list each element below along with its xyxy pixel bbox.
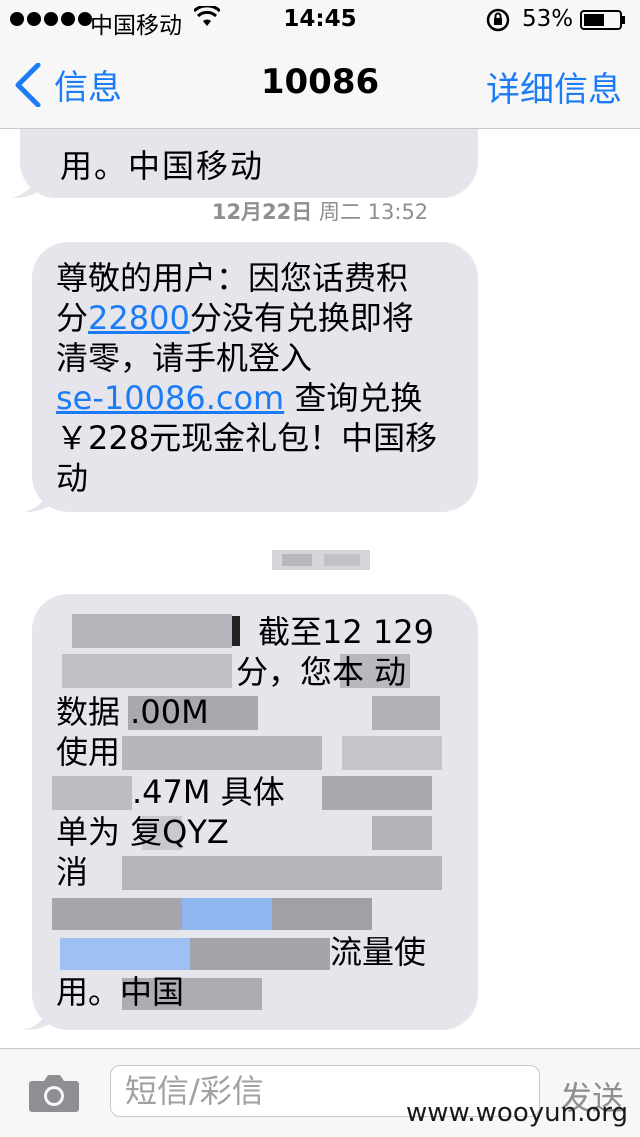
bubble-tail — [12, 164, 40, 198]
message-bubble-phishing[interactable]: 尊敬的用户：因您话费积 分22800分没有兑换即将 清零，请手机登入 se-10… — [24, 242, 478, 512]
pixelated-block — [322, 776, 432, 810]
status-bar: 中国移动 14:45 53% — [0, 0, 640, 40]
pixelated-block — [372, 696, 440, 730]
pixelated-block — [52, 776, 132, 810]
pixelated-block — [122, 736, 322, 770]
website-link[interactable]: se-10086.com — [56, 379, 284, 417]
camera-icon[interactable] — [28, 1073, 80, 1113]
pixelated-link — [182, 898, 272, 930]
bubble-tail — [24, 996, 52, 1030]
pixelated-timestamp — [272, 548, 370, 572]
watermark-text: www.wooyun.org — [405, 1098, 628, 1128]
timestamp-time: 周二 13:52 — [318, 200, 429, 224]
details-button[interactable]: 详细信息 — [486, 62, 622, 111]
pixelated-block — [190, 938, 330, 970]
message-fragment: 单为 复QYZ — [56, 813, 229, 851]
message-fragment: 流量使 — [330, 933, 427, 971]
message-fragment: 用。中国 — [56, 973, 185, 1011]
message-fragment: 数据 .00M — [56, 693, 209, 731]
message-line: 查询兑换 — [284, 379, 423, 417]
message-fragment: 消 — [56, 853, 89, 891]
pixelated-block — [72, 614, 232, 648]
pixelated-block — [272, 898, 372, 930]
message-fragment: 使用 — [56, 733, 121, 771]
battery-percentage: 53% — [522, 6, 574, 32]
timestamp-date: 12月22日 — [211, 200, 313, 224]
points-link[interactable]: 22800 — [88, 299, 190, 337]
message-text: 用。中国移动 — [60, 147, 265, 185]
pixelated-block — [372, 816, 432, 850]
message-timestamp: 12月22日 周二 13:52 — [0, 196, 640, 226]
message-line: 清零，请手机登入 — [56, 339, 313, 377]
message-line: 尊敬的用户：因您话费积 — [56, 259, 409, 297]
pixelated-block — [122, 856, 442, 890]
pixelated-block — [62, 654, 232, 688]
battery-icon — [580, 10, 625, 30]
message-fragment: 截至12 129 — [258, 613, 434, 651]
message-line: 分没有兑换即将 — [189, 299, 414, 337]
pixelated-block — [232, 616, 240, 646]
message-line: 分 — [56, 299, 89, 337]
message-fragment: .47M 具体 — [132, 773, 285, 811]
message-list[interactable]: 用。中国移动 12月22日 周二 13:52 尊敬的用户：因您话费积 分2280… — [0, 40, 640, 1048]
bubble-tail — [24, 478, 52, 512]
message-fragment: 分，您本 动 — [236, 653, 407, 691]
pixelated-block — [342, 736, 442, 770]
pixelated-block — [52, 898, 182, 930]
message-line: ￥228元现金礼包！中国移 — [56, 419, 438, 457]
message-line: 动 — [56, 459, 89, 497]
navigation-bar: 信息 10086 详细信息 — [0, 40, 640, 129]
pixelated-link — [60, 938, 190, 970]
rotation-lock-icon — [486, 8, 510, 32]
message-bubble-pixelated[interactable]: 截至12 129 分，您本 动 数据 .00M 使用 .47M 具体 单为 复Q… — [24, 594, 478, 1030]
